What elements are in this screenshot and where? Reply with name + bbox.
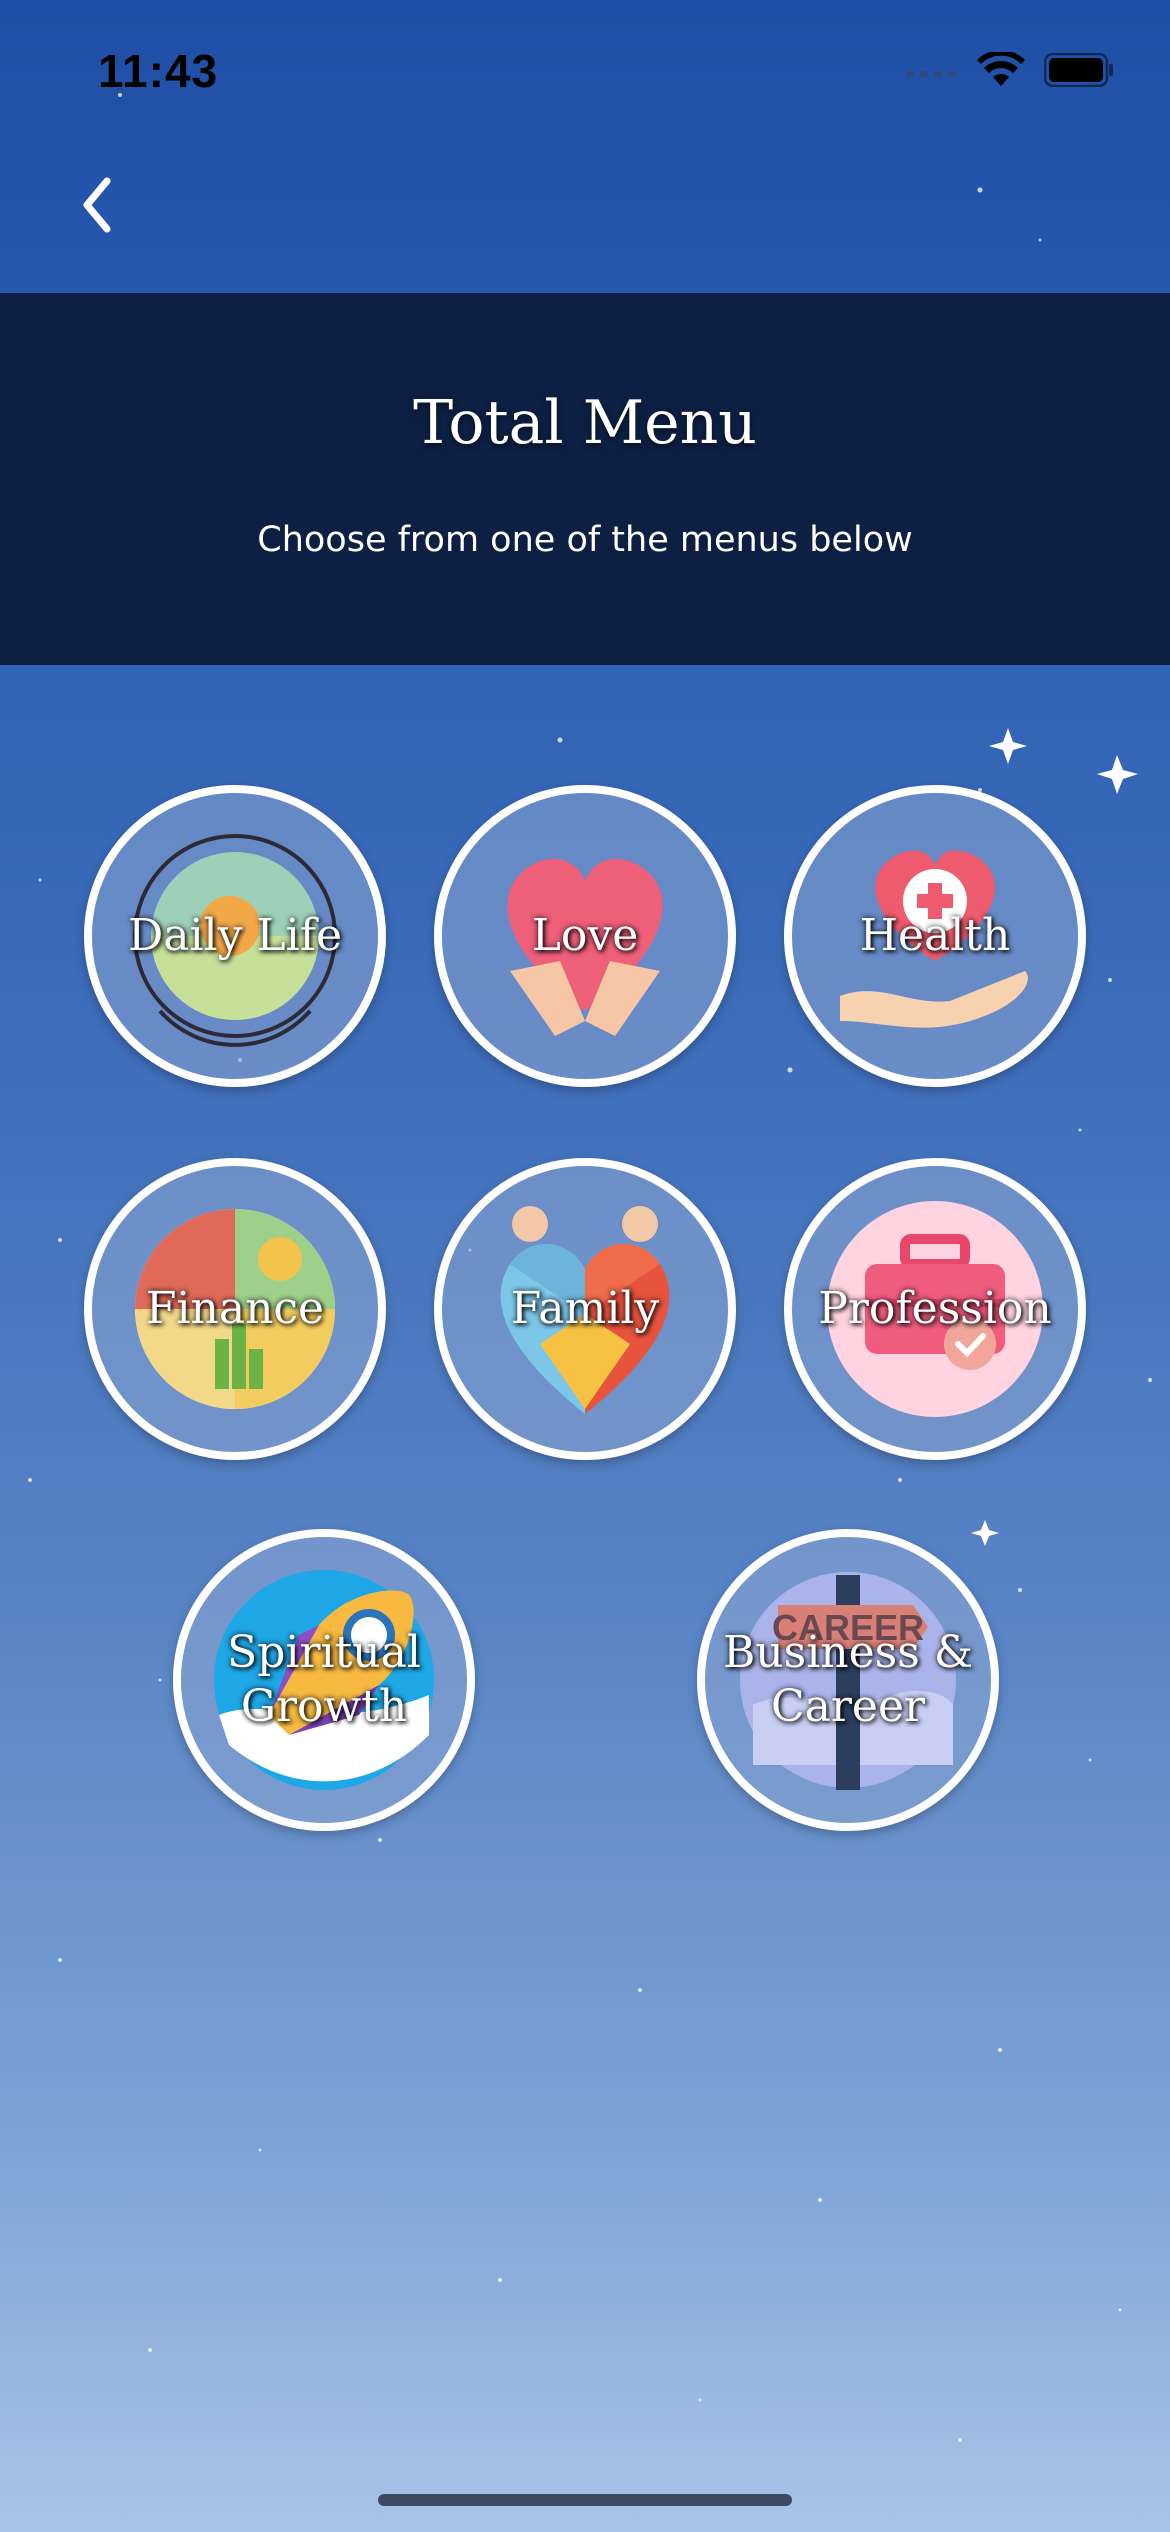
header-band <box>0 293 1170 665</box>
cellular-signal-icon <box>906 63 958 77</box>
menu-item-profession[interactable]: Profession <box>784 1158 1086 1460</box>
menu-label: Business & Career <box>722 1627 973 1732</box>
menu-item-finance[interactable]: Finance <box>84 1158 386 1460</box>
menu-label: Love <box>531 910 639 961</box>
menu-label: Spiritual Growth <box>227 1627 421 1732</box>
home-indicator[interactable] <box>378 2494 792 2506</box>
menu-label: Health <box>859 910 1011 961</box>
menu-item-love[interactable]: Love <box>434 785 736 1087</box>
chevron-left-icon <box>83 177 111 233</box>
wifi-icon <box>976 52 1026 88</box>
menu-item-daily-life[interactable]: Daily Life <box>84 785 386 1087</box>
page-title: Total Menu <box>413 388 757 458</box>
menu-item-spiritual-growth[interactable]: Spiritual Growth <box>173 1529 475 1831</box>
status-time: 11:43 <box>98 45 219 97</box>
battery-icon <box>1044 53 1114 87</box>
status-icons <box>906 50 1114 90</box>
status-bar: 11:43 <box>0 0 1170 150</box>
back-button[interactable] <box>62 170 132 240</box>
page-subtitle: Choose from one of the menus below <box>257 520 913 560</box>
menu-label: Finance <box>145 1283 325 1334</box>
menu-item-business-career[interactable]: CAREER Business & Career <box>697 1529 999 1831</box>
menu-item-family[interactable]: Family <box>434 1158 736 1460</box>
menu-label: Family <box>510 1283 660 1334</box>
menu-label: Profession <box>818 1283 1052 1334</box>
menu-label: Daily Life <box>127 910 343 961</box>
menu-item-health[interactable]: Health <box>784 785 1086 1087</box>
